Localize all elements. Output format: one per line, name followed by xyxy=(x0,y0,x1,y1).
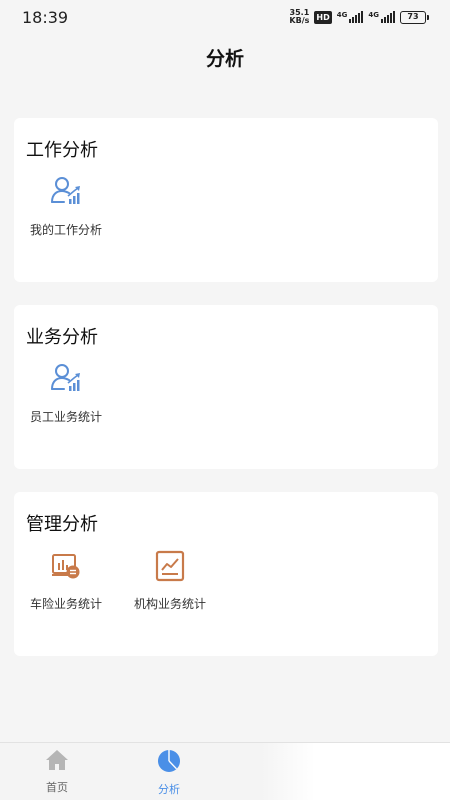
nav-item-analysis[interactable]: 分析 xyxy=(139,749,199,797)
nav-label: 分析 xyxy=(158,783,180,796)
status-time: 18:39 xyxy=(22,7,69,27)
car-insurance-chart-icon xyxy=(48,548,84,584)
item-label: 机构业务统计 xyxy=(133,597,206,611)
section-title: 工作分析 xyxy=(26,140,98,161)
car-insurance-stats-button[interactable]: 车险业务统计 xyxy=(14,548,118,612)
page-title: 分析 xyxy=(205,48,244,70)
section-management-analysis: 管理分析 车险业务统计 机构业务统计 xyxy=(14,492,438,656)
section-title: 业务分析 xyxy=(26,327,98,348)
item-label: 车险业务统计 xyxy=(29,597,102,611)
signal-icon: 4G xyxy=(368,11,395,23)
network-speed-unit: KB/s xyxy=(289,16,310,25)
bottom-nav: 首页 分析 xyxy=(0,742,450,800)
org-business-stats-button[interactable]: 机构业务统计 xyxy=(118,548,222,612)
section-work-analysis: 工作分析 我的工作分析 xyxy=(14,118,438,282)
battery-icon: 73 xyxy=(400,10,429,24)
status-bar: 18:39 35.1 KB/s HD 4G 4G 73 xyxy=(0,0,450,34)
section-title: 管理分析 xyxy=(26,514,98,535)
signal-label: 4G xyxy=(368,11,379,19)
nav-label: 首页 xyxy=(46,781,68,794)
pie-chart-icon xyxy=(157,749,181,777)
signal-icon: 4G xyxy=(337,11,364,23)
status-indicators: 35.1 KB/s HD 4G 4G 73 xyxy=(289,9,429,25)
user-chart-icon xyxy=(48,361,84,397)
employee-business-stats-button[interactable]: 员工业务统计 xyxy=(14,361,118,425)
nav-item-home[interactable]: 首页 xyxy=(27,749,87,795)
my-work-analysis-button[interactable]: 我的工作分析 xyxy=(14,174,118,238)
hd-badge: HD xyxy=(314,10,332,24)
org-line-chart-icon xyxy=(152,548,188,584)
signal-label: 4G xyxy=(336,11,348,19)
home-icon xyxy=(45,749,69,775)
user-chart-icon xyxy=(48,174,84,210)
section-business-analysis: 业务分析 员工业务统计 xyxy=(14,305,438,469)
item-label: 我的工作分析 xyxy=(29,223,102,237)
item-label: 员工业务统计 xyxy=(29,410,102,424)
network-speed: 35.1 KB/s xyxy=(289,9,309,25)
